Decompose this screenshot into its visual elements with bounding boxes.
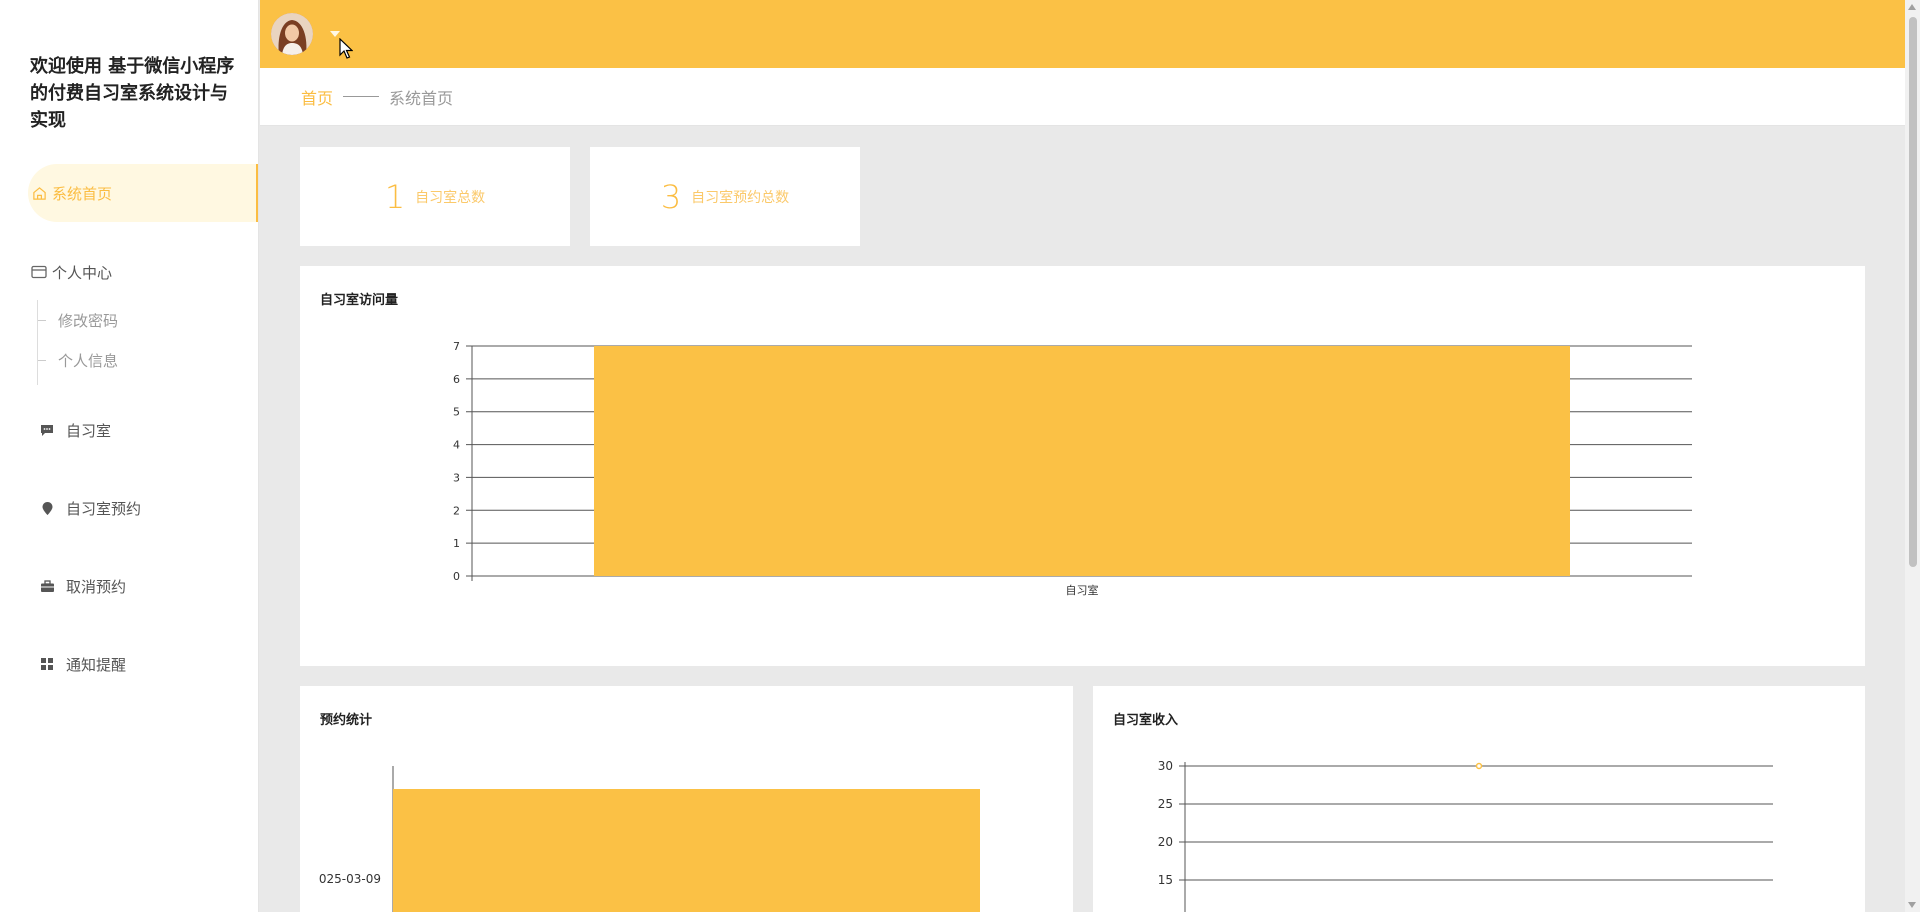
y-tick-label: 4: [453, 439, 460, 452]
grid-icon: [38, 655, 56, 673]
sidebar-item-study-room[interactable]: 自习室: [0, 401, 258, 459]
stat-label: 自习室预约总数: [691, 189, 790, 206]
breadcrumb: 首页 系统首页: [260, 68, 1905, 126]
stat-value: 1: [384, 177, 406, 216]
booking-chart: 025-03-09: [319, 766, 980, 912]
sidebar-item-label: 系统首页: [52, 184, 113, 203]
chat-icon: [38, 421, 56, 439]
home-icon: [30, 184, 48, 202]
y-tick-label: 2: [453, 504, 460, 517]
y-tick-label: 30: [1158, 759, 1173, 773]
y-tick-label: 7: [453, 340, 460, 353]
pin-icon: [38, 499, 56, 517]
y-tick-label: 20: [1158, 835, 1173, 849]
submenu-item-change-password[interactable]: 修改密码: [38, 308, 118, 332]
booking-panel: 预约统计 025-03-09: [300, 686, 1073, 912]
y-tick-label: 6: [453, 373, 460, 386]
stat-label: 自习室总数: [415, 189, 486, 206]
user-menu-caret-icon[interactable]: [330, 31, 340, 37]
sidebar-item-label: 自习室: [66, 421, 112, 440]
briefcase-icon: [38, 577, 56, 595]
sidebar-item-cancel-booking[interactable]: 取消预约: [0, 557, 258, 615]
visits-chart: 0 1 2 3 4 5 6 7 自习室: [453, 340, 1692, 597]
stat-card-room-total: 1 自习室总数: [300, 147, 570, 246]
y-tick-label: 1: [453, 537, 460, 550]
sidebar-item-label: 个人中心: [52, 263, 113, 282]
sidebar-item-label: 自习室预约: [66, 499, 142, 518]
sidebar-item-label: 通知提醒: [66, 655, 127, 674]
sidebar: 欢迎使用 基于微信小程序的付费自习室系统设计与实现 系统首页 个人中心 修改密码…: [0, 0, 259, 912]
y-tick-label: 0: [453, 570, 460, 583]
scroll-down-icon[interactable]: [1908, 902, 1916, 908]
y-tick-label: 15: [1158, 873, 1173, 887]
bar: [393, 789, 980, 912]
breadcrumb-separator: [343, 96, 380, 97]
line-point: [1475, 762, 1483, 770]
sidebar-title: 欢迎使用 基于微信小程序的付费自习室系统设计与实现: [30, 56, 235, 131]
stat-value: 3: [660, 177, 682, 216]
breadcrumb-current: 系统首页: [389, 88, 454, 108]
y-tick-label: 3: [453, 471, 460, 484]
card-icon: [30, 263, 48, 281]
scroll-up-icon[interactable]: [1908, 4, 1916, 10]
mouse-cursor-icon: [339, 38, 353, 59]
sidebar-item-home[interactable]: 系统首页: [28, 164, 258, 222]
stat-card-booking-total: 3 自习室预约总数: [590, 147, 860, 246]
x-tick-label: 自习室: [1066, 583, 1099, 597]
submenu-item-label: 修改密码: [58, 311, 119, 330]
sidebar-item-label: 取消预约: [66, 577, 127, 596]
income-chart: 15 20 25 30: [1158, 759, 1773, 912]
y-tick-label: 025-03-09: [319, 872, 381, 886]
sidebar-item-personal-center[interactable]: 个人中心: [0, 243, 258, 301]
y-tick-label: 25: [1158, 797, 1173, 811]
breadcrumb-home-link[interactable]: 首页: [301, 85, 333, 109]
page-scrollbar[interactable]: [1905, 0, 1920, 912]
submenu-item-label: 个人信息: [58, 351, 119, 370]
user-avatar[interactable]: [271, 13, 313, 55]
visits-panel: 自习室访问量 0 1 2 3 4 5 6 7 自习室: [300, 266, 1865, 666]
bar: [594, 346, 1570, 576]
top-header: [260, 0, 1905, 68]
sidebar-item-notifications[interactable]: 通知提醒: [0, 635, 258, 693]
y-tick-label: 5: [453, 406, 460, 419]
scroll-thumb[interactable]: [1909, 17, 1917, 567]
personal-center-submenu: 修改密码 个人信息: [37, 300, 237, 385]
income-panel: 自习室收入 15 20 25 30: [1093, 686, 1865, 912]
sidebar-item-study-room-booking[interactable]: 自习室预约: [0, 479, 258, 537]
submenu-item-personal-info[interactable]: 个人信息: [38, 348, 118, 372]
